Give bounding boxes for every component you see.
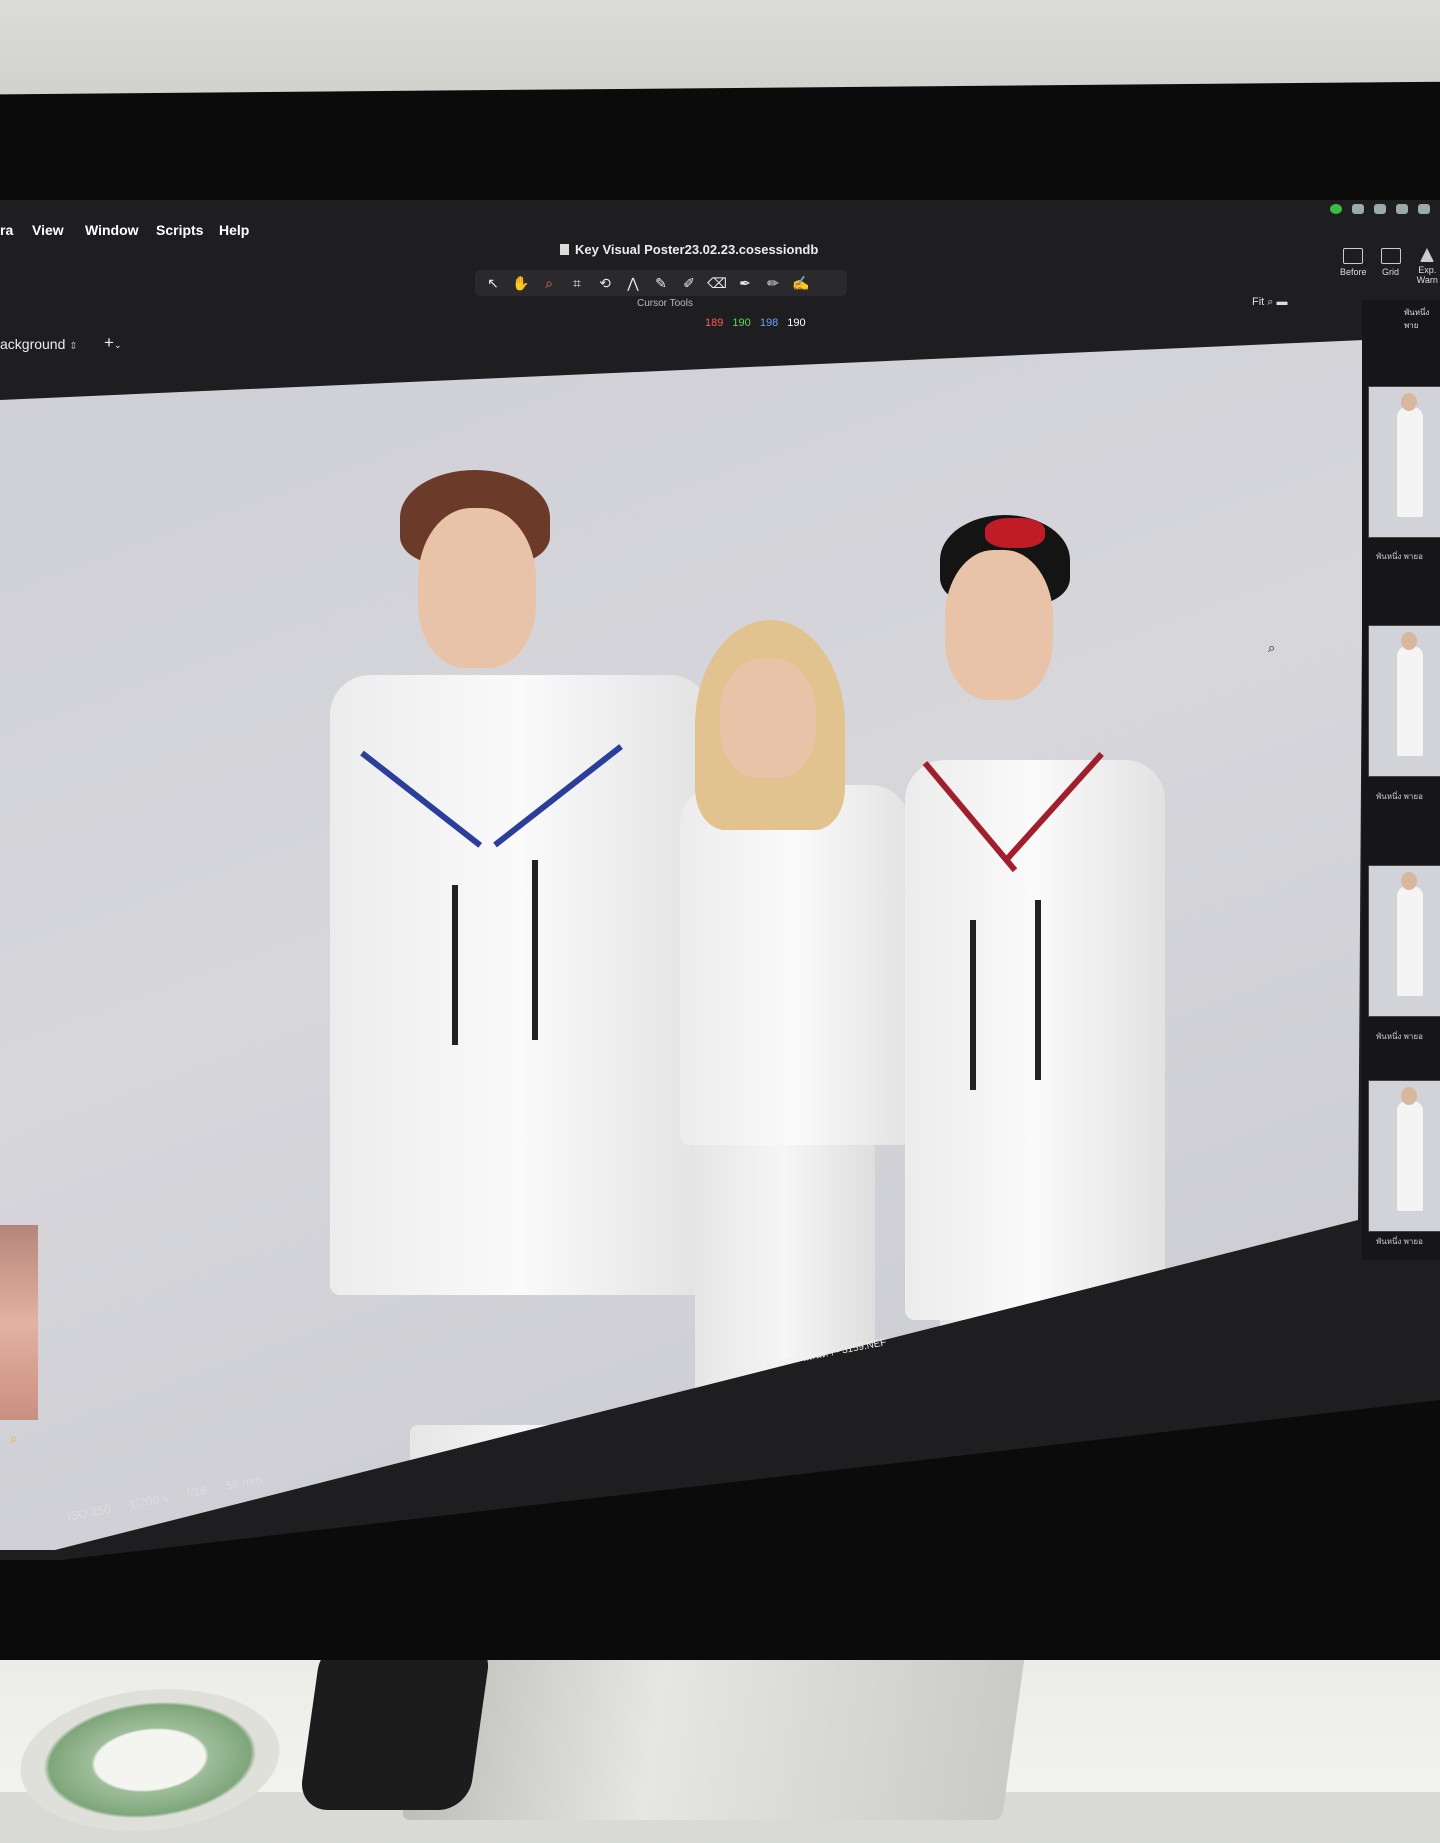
status-dot-icon (1330, 204, 1342, 214)
hand-pan-icon[interactable]: ✋ (509, 275, 533, 292)
status-battery-icon[interactable] (1374, 204, 1386, 214)
right-tools: Before Grid Exp. Warn (1340, 248, 1440, 285)
warning-icon (1420, 248, 1435, 262)
status-wifi-icon[interactable] (1418, 204, 1430, 214)
thumbnail-label: พันหนึ่ง พายอ (1376, 552, 1423, 561)
jacket-line (1035, 900, 1041, 1080)
menu-item-help[interactable]: Help (219, 222, 249, 238)
thumb-figure (1397, 407, 1423, 517)
thumb-head (1401, 872, 1417, 890)
thumb-head (1401, 393, 1417, 411)
menu-bar: ra View Window Scripts Help (0, 210, 1440, 246)
head (945, 550, 1053, 700)
thumbnail-label: พันหนึ่ง พายอ (1376, 792, 1423, 801)
search-icon[interactable]: ⌕ (10, 1430, 18, 1447)
thumb-head (1401, 632, 1417, 650)
readout-g: 190 (732, 317, 751, 329)
before-after-icon (1343, 248, 1364, 264)
annotate-icon[interactable]: ✍ (789, 275, 813, 292)
window-title-text: Key Visual Poster23.02.23.cosessiondb (575, 242, 819, 257)
readout-r: 189 (705, 317, 724, 329)
zoom-icon[interactable]: ⌕ (1267, 296, 1273, 308)
pen-icon[interactable]: ✒ (733, 275, 757, 292)
thumbnail-label: พันหนึ่ง พายอ (1376, 1032, 1423, 1041)
pencil-icon[interactable]: ✏ (761, 275, 785, 292)
before-label: Before (1340, 267, 1367, 277)
magnifier-cursor-icon: ⌕ (1268, 640, 1276, 655)
grid-button[interactable]: Grid (1380, 248, 1401, 285)
exposure-warning-button[interactable]: Exp. Warn (1415, 248, 1440, 285)
cursor-toolbar: ↖ ✋ ⌕ ⌗ ⟲ ⋀ ✎ ✐ ⌫ ✒ ✏ ✍ (475, 270, 847, 296)
thumb-figure (1397, 1101, 1423, 1211)
thumb-figure (1397, 886, 1423, 996)
status-app-icon[interactable] (1352, 204, 1364, 214)
layer-label: ackground (0, 336, 66, 352)
menu-item-scripts[interactable]: Scripts (156, 222, 203, 238)
menu-item-window[interactable]: Window (85, 222, 139, 238)
add-layer-label: + (104, 333, 114, 352)
head (418, 508, 536, 668)
grid-icon (1380, 248, 1401, 264)
grid-label: Grid (1382, 267, 1400, 277)
thumbnail-label: พันหนึ่ง พายอ (1376, 1237, 1423, 1246)
thumb-figure (1397, 646, 1423, 756)
readout-l: 190 (787, 317, 806, 329)
brush-icon[interactable]: ✐ (677, 275, 701, 292)
color-readout: 189 190 198 190 (705, 317, 812, 329)
updown-chevron-icon: ⇕ (69, 341, 78, 352)
thumbnail[interactable] (1368, 386, 1440, 538)
layer-select[interactable]: ackground ⇕ (0, 336, 78, 352)
eraser-icon[interactable]: ⌫ (705, 275, 729, 292)
fit-label: Fit (1252, 296, 1265, 308)
jacket-line (452, 885, 458, 1045)
keystone-icon[interactable]: ⋀ (621, 275, 645, 292)
status-icons (1330, 204, 1430, 214)
chevron-down-icon: ⌄ (113, 340, 122, 350)
before-button[interactable]: Before (1340, 248, 1367, 285)
thumbnail[interactable] (1368, 1080, 1440, 1232)
thumbnail-strip: พันหนึ่ง พายอ พันหนึ่ง พายอ พันหนึ่ง พาย… (1362, 300, 1440, 1260)
rotate-icon[interactable]: ⟲ (593, 275, 617, 292)
readout-b: 198 (759, 317, 779, 329)
head (720, 658, 816, 778)
jacket-line (970, 920, 976, 1090)
zoom-fit[interactable]: Fit ⌕ ▬ (1252, 296, 1288, 309)
picker-icon[interactable]: ✎ (649, 275, 673, 292)
status-input-icon[interactable] (1396, 204, 1408, 214)
jacket (680, 785, 910, 1145)
thumb-head (1401, 1087, 1417, 1105)
menu-item-app[interactable]: ra (0, 222, 13, 238)
thumbnail[interactable] (1368, 865, 1440, 1017)
exp-warn-label: Exp. Warn (1416, 265, 1438, 285)
document-icon (560, 244, 569, 255)
zoom-slider[interactable]: ▬ (1277, 296, 1288, 308)
window-title: Key Visual Poster23.02.23.cosessiondb (560, 242, 818, 257)
crop-icon[interactable]: ⌗ (565, 275, 589, 292)
add-layer-button[interactable]: +⌄ (104, 333, 121, 353)
hair-highlight (985, 518, 1045, 548)
stand-cable-hole (298, 1640, 492, 1810)
left-panel-thumbnail[interactable] (0, 1225, 38, 1420)
thumbnail[interactable] (1368, 625, 1440, 777)
arrow-pointer-icon[interactable]: ↖ (481, 275, 505, 292)
menu-item-view[interactable]: View (32, 222, 64, 238)
toolbar-caption: Cursor Tools (637, 298, 693, 309)
jacket-line (532, 860, 538, 1040)
strip-header: พันหนึ่ง พาย (1404, 308, 1430, 330)
zoom-icon[interactable]: ⌕ (537, 275, 561, 292)
